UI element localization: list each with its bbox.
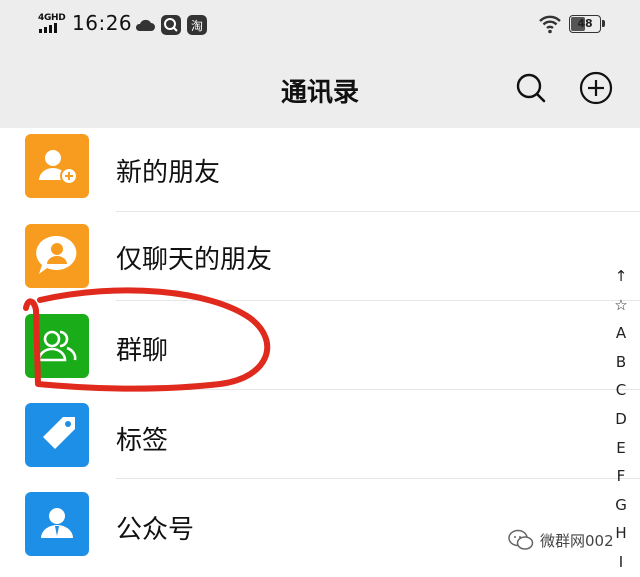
list-item-label: 仅聊天的朋友	[116, 245, 273, 275]
list-item-label: 公众号	[116, 515, 195, 545]
clock: 16:26	[72, 11, 133, 35]
group-chat-icon	[25, 314, 89, 378]
list-item-label: 新的朋友	[116, 158, 221, 188]
search-button[interactable]	[513, 70, 549, 106]
index-letter[interactable]: ↑	[610, 262, 632, 291]
index-letter[interactable]: A	[610, 319, 632, 348]
status-bar: 4GHD 16:26 淘 48	[0, 0, 640, 50]
list-item-chat-only-friends[interactable]: 仅聊天的朋友	[0, 212, 640, 301]
battery-level: 48	[577, 17, 593, 30]
tag-icon	[25, 403, 89, 467]
index-letter[interactable]: B	[610, 348, 632, 377]
taobao-notification-icon: 淘	[187, 15, 207, 35]
watermark-text: 微群网002	[540, 531, 614, 550]
watermark: 微群网002	[508, 528, 614, 552]
nav-header: 通讯录	[0, 50, 640, 128]
index-letter[interactable]: I	[610, 548, 632, 577]
add-friend-icon	[25, 134, 89, 198]
index-letter[interactable]: ☆	[610, 291, 632, 320]
network-type: 4GHD	[38, 13, 66, 23]
index-letter[interactable]: D	[610, 405, 632, 434]
list-item-tags[interactable]: 标签	[0, 390, 640, 479]
battery-indicator: 48	[569, 15, 605, 33]
chat-only-friend-icon	[25, 224, 89, 288]
cloud-icon	[135, 19, 155, 31]
index-letter[interactable]: F	[610, 462, 632, 491]
official-account-icon	[25, 492, 89, 556]
index-letter[interactable]: C	[610, 376, 632, 405]
list-item-new-friends[interactable]: 新的朋友	[0, 128, 640, 212]
list-item-label: 标签	[116, 426, 169, 456]
list-item-group-chats[interactable]: 群聊	[0, 301, 640, 390]
wechat-logo-icon	[508, 529, 534, 550]
contacts-menu-list: 新的朋友 仅聊天的朋友 群聊 标签 公众号	[0, 128, 640, 568]
index-letter[interactable]: E	[610, 434, 632, 463]
add-button[interactable]	[578, 70, 614, 106]
list-item-label: 群聊	[116, 336, 169, 366]
cellular-signal-icon: 4GHD	[38, 13, 68, 35]
wifi-icon	[539, 15, 561, 34]
list-item-official-accounts[interactable]: 公众号	[0, 479, 640, 568]
search-app-notification-icon	[161, 15, 181, 35]
index-letter[interactable]: G	[610, 491, 632, 520]
svg-text:淘: 淘	[191, 19, 203, 33]
